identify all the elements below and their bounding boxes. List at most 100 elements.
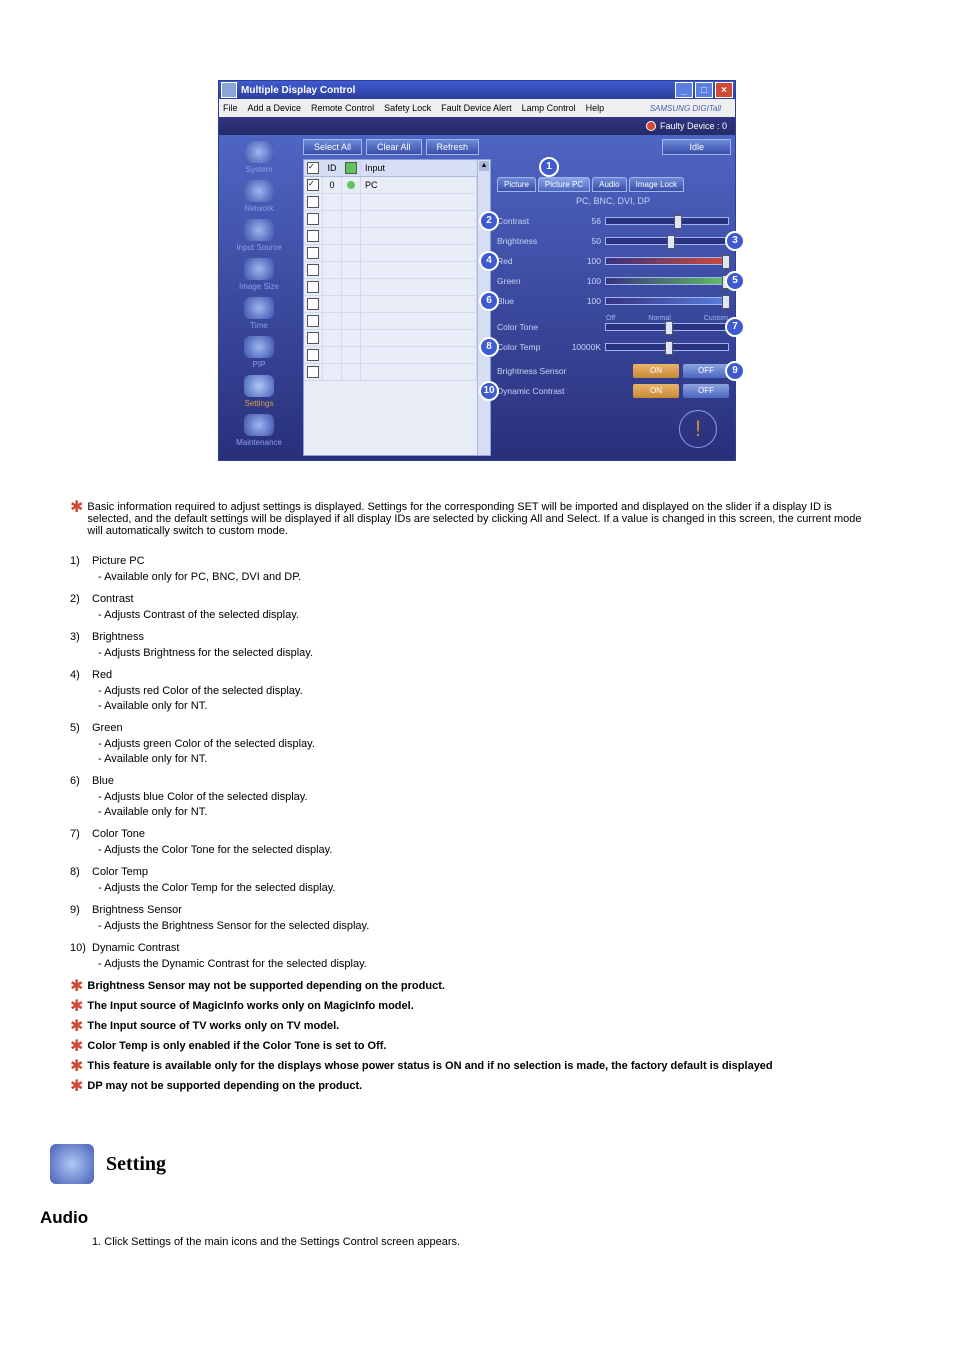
note-text: Brightness Sensor may not be supported d… xyxy=(87,980,445,994)
list-item: BlueAdjusts blue Color of the selected d… xyxy=(70,775,874,818)
tab-audio[interactable]: Audio xyxy=(592,177,626,192)
sidebar-item-input-source[interactable]: Input Source xyxy=(224,217,294,254)
tab-image-lock[interactable]: Image Lock xyxy=(629,177,684,192)
contrast-slider[interactable] xyxy=(605,217,729,225)
row-input: PC xyxy=(361,177,477,193)
sidebar-item-time[interactable]: Time xyxy=(224,295,294,332)
row-checkbox[interactable] xyxy=(307,366,319,378)
green-slider[interactable] xyxy=(605,277,729,285)
row-checkbox[interactable] xyxy=(307,349,319,361)
table-row[interactable] xyxy=(304,364,477,381)
row-input xyxy=(361,296,477,312)
table-row[interactable] xyxy=(304,211,477,228)
row-checkbox[interactable] xyxy=(307,196,319,208)
menu-add-device[interactable]: Add a Device xyxy=(248,103,302,113)
row-id xyxy=(323,279,342,295)
star-icon: ✱ xyxy=(70,1000,83,1014)
clear-all-button[interactable]: Clear All xyxy=(366,139,422,155)
bsensor-on[interactable]: ON xyxy=(633,364,679,378)
sidebar-item-system[interactable]: System xyxy=(224,139,294,176)
sidebar-item-image-size[interactable]: Image Size xyxy=(224,256,294,293)
row-checkbox[interactable] xyxy=(307,281,319,293)
menu-file[interactable]: File xyxy=(223,103,238,113)
table-row[interactable] xyxy=(304,330,477,347)
row-checkbox[interactable] xyxy=(307,213,319,225)
row-green: 5Green100 xyxy=(497,272,729,290)
table-row[interactable] xyxy=(304,194,477,211)
sub-list: Adjusts Brightness for the selected disp… xyxy=(70,647,874,659)
item-title: Picture PC xyxy=(92,555,145,567)
table-row[interactable] xyxy=(304,279,477,296)
callout-3: 3 xyxy=(725,231,745,251)
status-strip: Faulty Device : 0 xyxy=(219,117,735,135)
row-checkbox[interactable] xyxy=(307,230,319,242)
blue-value: 100 xyxy=(571,296,601,306)
row-input xyxy=(361,347,477,363)
blue-slider[interactable] xyxy=(605,297,729,305)
brightness-slider[interactable] xyxy=(605,237,729,245)
row-checkbox[interactable] xyxy=(307,247,319,259)
list-item: BrightnessAdjusts Brightness for the sel… xyxy=(70,631,874,659)
row-input xyxy=(361,245,477,261)
table-row[interactable]: 0 PC xyxy=(304,177,477,194)
row-id: 0 xyxy=(323,177,342,193)
menu-lamp-control[interactable]: Lamp Control xyxy=(522,103,576,113)
bsensor-off[interactable]: OFF xyxy=(683,364,729,378)
table-row[interactable] xyxy=(304,347,477,364)
numbered-list: Picture PCAvailable only for PC, BNC, DV… xyxy=(70,555,874,970)
row-checkbox[interactable] xyxy=(307,179,319,191)
sidebar-item-settings[interactable]: Settings xyxy=(224,373,294,410)
list-item: GreenAdjusts green Color of the selected… xyxy=(70,722,874,765)
table-row[interactable] xyxy=(304,245,477,262)
tab-picture-pc[interactable]: Picture PC xyxy=(538,177,590,192)
dcontrast-off[interactable]: OFF xyxy=(683,384,729,398)
row-id xyxy=(323,364,342,380)
grid-check-header[interactable] xyxy=(304,160,323,176)
bold-note: ✱ The Input source of MagicInfo works onl… xyxy=(70,1000,874,1014)
colortone-slider[interactable]: Off Normal Custom xyxy=(605,323,729,331)
table-row[interactable] xyxy=(304,262,477,279)
table-row[interactable] xyxy=(304,228,477,245)
sidebar-icon xyxy=(244,141,274,163)
green-label: Green xyxy=(497,276,571,286)
tab-picture[interactable]: Picture xyxy=(497,177,536,192)
row-checkbox[interactable] xyxy=(307,332,319,344)
row-checkbox[interactable] xyxy=(307,298,319,310)
menu-remote-control[interactable]: Remote Control xyxy=(311,103,374,113)
note-text: The Input source of MagicInfo works only… xyxy=(87,1000,413,1014)
star-icon: ✱ xyxy=(70,1040,83,1054)
list-item: Picture PCAvailable only for PC, BNC, DV… xyxy=(70,555,874,583)
callout-4: 4 xyxy=(479,251,499,271)
sub-list: Adjusts red Color of the selected displa… xyxy=(70,685,874,712)
sidebar-item-pip[interactable]: PIP xyxy=(224,334,294,371)
menu-help[interactable]: Help xyxy=(586,103,605,113)
row-checkbox[interactable] xyxy=(307,264,319,276)
table-row[interactable] xyxy=(304,313,477,330)
minimize-button[interactable]: _ xyxy=(675,82,693,98)
sidebar-item-network[interactable]: Network xyxy=(224,178,294,215)
note-text: This feature is available only for the d… xyxy=(87,1060,772,1074)
row-checkbox[interactable] xyxy=(307,315,319,327)
menu-safety-lock[interactable]: Safety Lock xyxy=(384,103,431,113)
dcontrast-on[interactable]: ON xyxy=(633,384,679,398)
menu-fault-alert[interactable]: Fault Device Alert xyxy=(441,103,512,113)
red-slider[interactable] xyxy=(605,257,729,265)
table-row[interactable] xyxy=(304,296,477,313)
colortemp-slider[interactable] xyxy=(605,343,729,351)
refresh-button[interactable]: Refresh xyxy=(426,139,480,155)
bold-note: ✱Color Temp is only enabled if the Color… xyxy=(70,1040,874,1054)
sidebar-icon xyxy=(244,336,274,358)
item-title: Contrast xyxy=(92,593,134,605)
sidebar-item-maintenance[interactable]: Maintenance xyxy=(224,412,294,449)
brand-label: SAMSUNG DIGITall xyxy=(650,104,721,113)
row-input xyxy=(361,194,477,210)
maximize-button[interactable]: □ xyxy=(695,82,713,98)
close-button[interactable]: × xyxy=(715,82,733,98)
select-all-button[interactable]: Select All xyxy=(303,139,362,155)
step-item: Click Settings of the main icons and the… xyxy=(92,1236,874,1248)
grid-status-header[interactable] xyxy=(342,160,361,176)
grid-id-header: ID xyxy=(323,160,342,176)
item-title: Red xyxy=(92,669,112,681)
row-input xyxy=(361,313,477,329)
scroll-up-icon[interactable]: ▲ xyxy=(479,161,489,171)
